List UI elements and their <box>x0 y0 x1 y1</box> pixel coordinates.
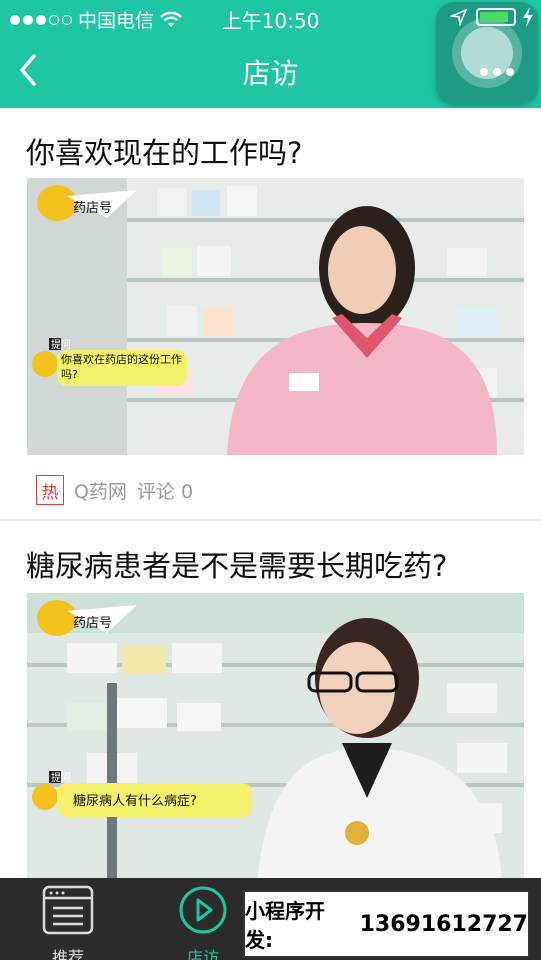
battery-icon <box>476 8 516 26</box>
hot-badge: 热 <box>36 475 64 505</box>
promo-banner: 小程序开发: 13691612727 <box>243 890 530 958</box>
location-arrow-icon <box>450 8 468 26</box>
pharmacy-interview-image: 药店号 提问 糖尿病人有什么病症? <box>27 593 524 878</box>
article-thumbnail[interactable]: 药店号 提问 你喜欢在药店的这份工作吗? <box>27 178 524 455</box>
logo-text: 药店号 <box>73 616 112 631</box>
pharmacy-interview-image: 药店号 提问 你喜欢在药店的这份工作吗? <box>27 178 524 455</box>
article-card[interactable]: 你喜欢现在的工作吗? 药店号 提问 你喜欢在药店的这份工作吗? 热 Q药网 评论… <box>0 108 541 520</box>
article-title[interactable]: 你喜欢现在的工作吗? <box>26 130 302 172</box>
question-bubble-text: 你喜欢在药店的这份工作吗? <box>61 353 182 381</box>
play-circle-icon <box>179 886 227 934</box>
article-comments: 评论 0 <box>136 480 194 503</box>
promo-label: 小程序开发: <box>245 899 325 952</box>
charging-bolt-icon <box>523 7 533 27</box>
tab-store-visit[interactable]: 店访 <box>163 884 243 960</box>
tab-recommend-label: 推荐 <box>51 948 84 960</box>
question-tag: 提问 <box>51 771 71 784</box>
article-card[interactable]: 糖尿病患者是不是需要长期吃药? 药店号 提问 糖尿病人有什么病症? <box>0 520 541 878</box>
article-thumbnail[interactable]: 药店号 提问 糖尿病人有什么病症? <box>27 593 524 878</box>
article-meta: 热 Q药网 评论 0 <box>36 475 193 505</box>
question-tag: 提问 <box>51 338 71 351</box>
article-feed: 你喜欢现在的工作吗? 药店号 提问 你喜欢在药店的这份工作吗? 热 Q药网 评论… <box>0 108 541 878</box>
news-list-icon <box>42 885 94 935</box>
promo-phone: 13691612727 <box>359 911 528 937</box>
article-source: Q药网 <box>74 480 127 503</box>
question-bubble-text: 糖尿病人有什么病症? <box>73 793 197 809</box>
article-title[interactable]: 糖尿病患者是不是需要长期吃药? <box>26 543 447 585</box>
logo-text: 药店号 <box>73 201 112 216</box>
more-icon <box>480 68 514 76</box>
tab-recommend[interactable]: 推荐 <box>28 884 108 960</box>
tab-store-label: 店访 <box>186 948 219 960</box>
